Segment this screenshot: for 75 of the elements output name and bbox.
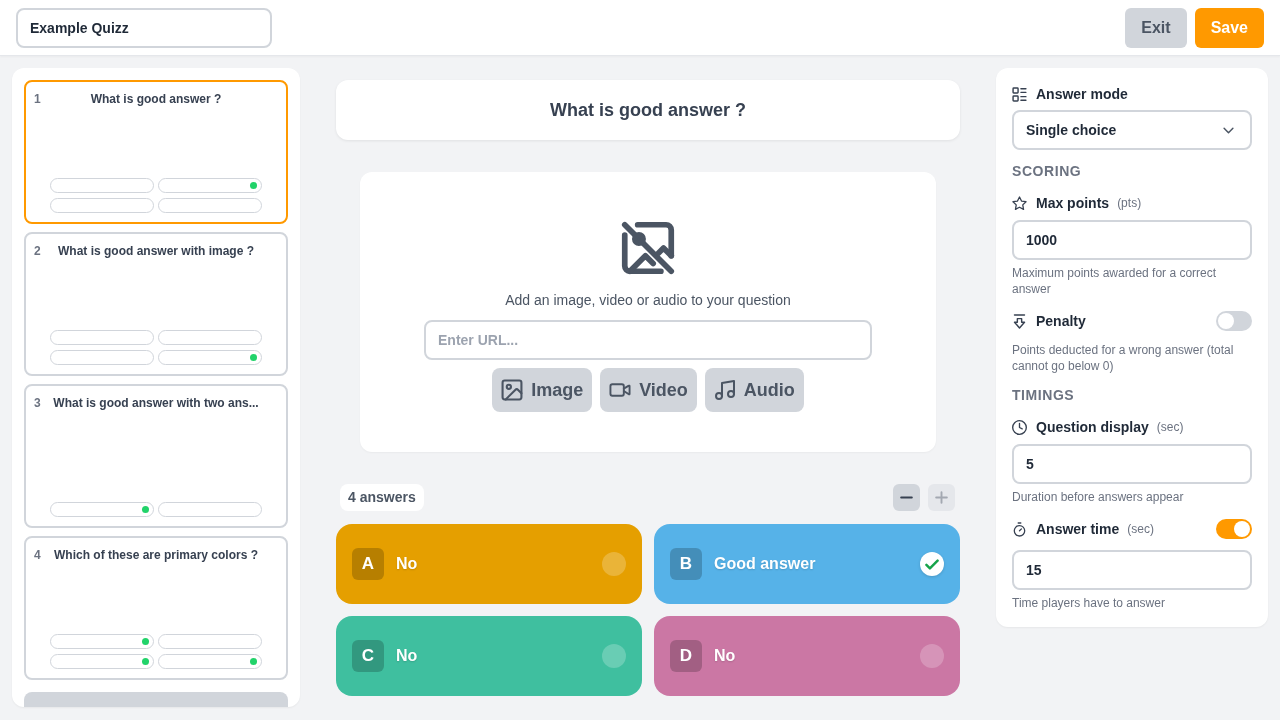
question-number: 2 xyxy=(34,243,41,260)
question-display-field[interactable]: 5 xyxy=(1012,444,1252,484)
toggle-switch[interactable] xyxy=(1216,519,1252,539)
field-label: Question display xyxy=(1036,417,1149,437)
correct-dot-icon xyxy=(250,354,257,361)
answer-letter: A xyxy=(352,548,384,580)
video-button[interactable]: Video xyxy=(600,368,697,412)
question-title-field[interactable]: What is good answer ? xyxy=(336,80,960,140)
quiz-title-field[interactable]: Example Quizz xyxy=(16,7,272,48)
answer-letter: B xyxy=(670,548,702,580)
help-text: Maximum points awarded for a correct answer xyxy=(1012,265,1218,297)
answer-time-field[interactable]: 15 xyxy=(1012,550,1252,590)
answer-text: No xyxy=(396,646,418,666)
question-title: Which of these are primary colors ? xyxy=(53,547,259,564)
question-number: 1 xyxy=(34,91,41,108)
answer-letter: C xyxy=(352,640,384,672)
answer-tile[interactable]: B Good answer xyxy=(654,524,960,604)
unit-label: (pts) xyxy=(1117,195,1142,212)
remove-answer-button[interactable] xyxy=(893,484,920,511)
image-icon xyxy=(501,379,524,401)
answer-mode-select[interactable]: Single choice xyxy=(1012,110,1252,150)
unit-label: (sec) xyxy=(1156,419,1184,436)
media-prompt: Add an image, video or audio to your question xyxy=(505,291,791,310)
correct-dot-icon xyxy=(142,506,149,513)
exit-button[interactable]: Exit xyxy=(1125,7,1187,48)
down-arrow-icon xyxy=(1012,313,1027,329)
list-icon xyxy=(1012,86,1027,102)
check-icon xyxy=(925,558,939,570)
correct-dot-icon xyxy=(142,658,149,665)
minus-icon xyxy=(900,496,913,499)
field-label: Answer mode xyxy=(1036,84,1128,104)
question-title: What is good answer with image ? xyxy=(58,243,254,260)
correct-toggle[interactable] xyxy=(920,644,944,668)
question-title: What is good answer with two ans... xyxy=(53,395,259,412)
correct-toggle[interactable] xyxy=(920,552,944,576)
answer-count-label: 4 answers xyxy=(340,484,424,511)
image-button[interactable]: Image xyxy=(492,368,593,412)
correct-dot-icon xyxy=(250,182,257,189)
answer-tile[interactable]: D No xyxy=(654,616,960,696)
question-card[interactable]: 2 What is good answer with image ? xyxy=(24,232,288,376)
question-title: What is good answer ? xyxy=(90,91,222,108)
plus-icon xyxy=(935,491,948,504)
star-icon xyxy=(1012,195,1027,211)
clock-icon xyxy=(1012,419,1027,435)
correct-dot-icon xyxy=(142,638,149,645)
max-points-field[interactable]: 1000 xyxy=(1012,220,1252,260)
question-card[interactable]: 1 What is good answer ? xyxy=(24,80,288,224)
help-text: Points deducted for a wrong answer (total cannot go below 0) xyxy=(1012,342,1235,374)
help-text: Duration before answers appear xyxy=(1012,489,1185,505)
answer-text: Good answer xyxy=(714,554,816,574)
answer-text: No xyxy=(714,646,736,666)
answer-letter: D xyxy=(670,640,702,672)
correct-toggle[interactable] xyxy=(602,644,626,668)
correct-toggle[interactable] xyxy=(602,552,626,576)
answer-tile[interactable]: C No xyxy=(336,616,642,696)
section-heading: SCORING xyxy=(1012,162,1083,180)
chevron-down-icon xyxy=(1223,126,1234,134)
field-label: Penalty xyxy=(1036,311,1086,331)
music-note-icon xyxy=(713,379,736,401)
audio-button[interactable]: Audio xyxy=(704,368,804,412)
help-text: Time players have to answer xyxy=(1012,595,1166,611)
correct-dot-icon xyxy=(250,658,257,665)
field-label: Answer time xyxy=(1036,519,1120,539)
question-number: 4 xyxy=(34,547,41,564)
section-heading: TIMINGS xyxy=(1012,386,1076,404)
cut-off-button[interactable] xyxy=(24,692,288,707)
url-field[interactable]: Enter URL... xyxy=(424,320,872,360)
field-label: Max points xyxy=(1036,193,1110,213)
unit-label: (sec) xyxy=(1127,521,1154,538)
question-card[interactable]: 4 Which of these are primary colors ? xyxy=(24,536,288,680)
answer-text: No xyxy=(396,554,418,574)
question-number: 3 xyxy=(34,395,41,412)
question-card[interactable]: 3 What is good answer with two ans... xyxy=(24,384,288,528)
stopwatch-icon xyxy=(1012,521,1027,537)
toggle-switch[interactable] xyxy=(1216,311,1252,331)
